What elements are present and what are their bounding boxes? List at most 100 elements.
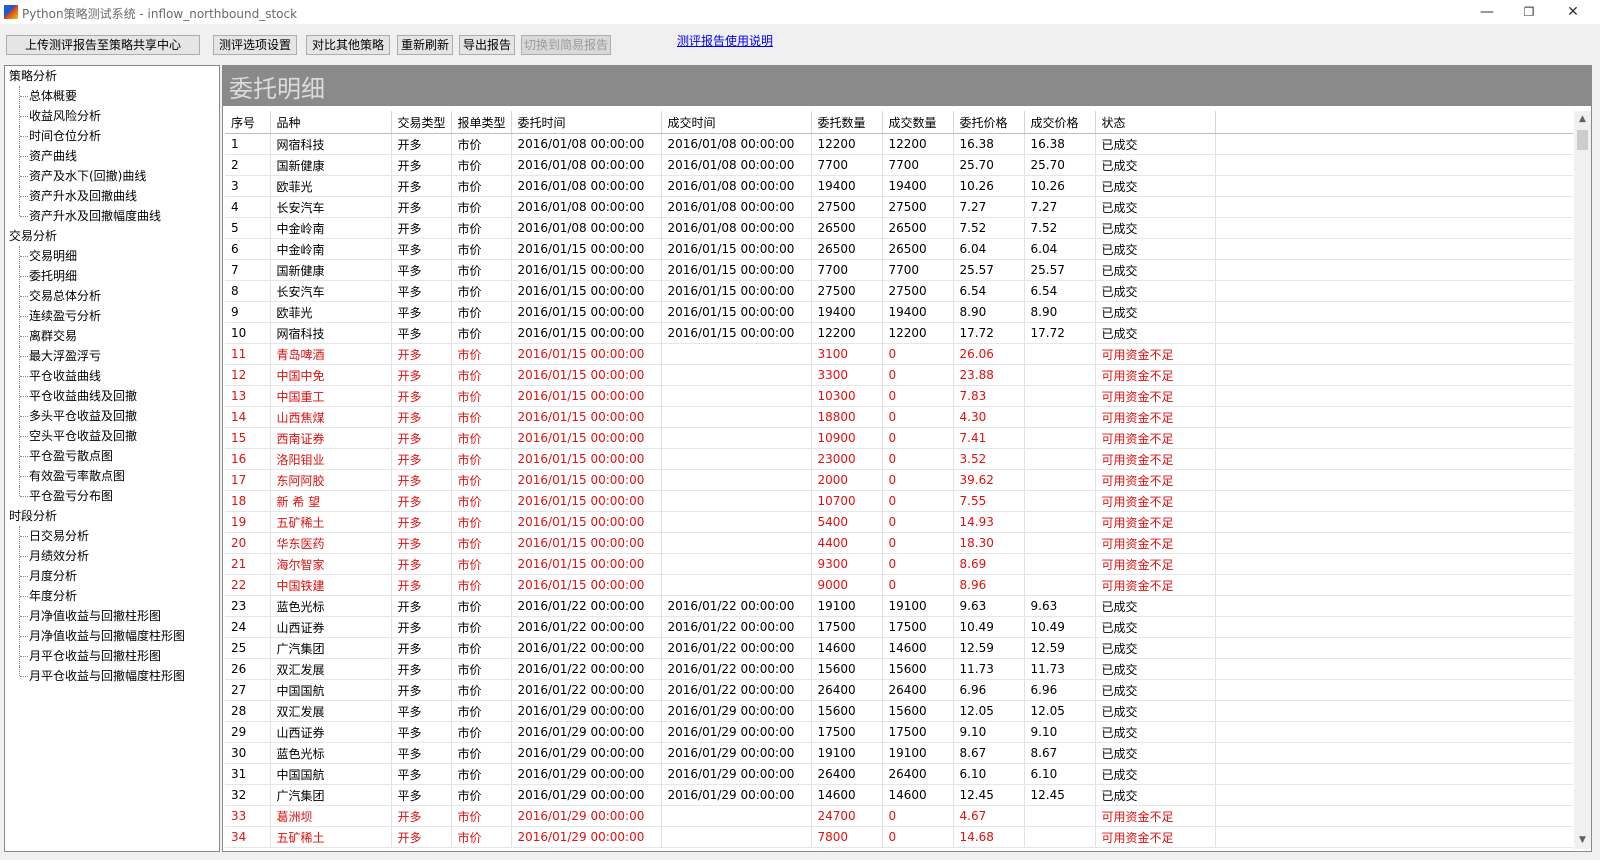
simple-report-button[interactable]: 切换到简易报告: [521, 35, 611, 55]
tree-item[interactable]: 月绩效分析: [5, 546, 219, 566]
table-row[interactable]: 32 广汽集团 平多 市价 2016/01/29 00:00:00 2016/01/29 …: [225, 784, 1573, 806]
row-filler: [1215, 574, 1573, 596]
minimize-button[interactable]: —: [1465, 1, 1509, 23]
table-row[interactable]: 13 中国重工 开多 市价 2016/01/15 00:00:00 10300 0 7.83 可…: [225, 385, 1573, 407]
column-header[interactable]: 委托数量: [811, 111, 883, 134]
table-row[interactable]: 19 五矿稀土 开多 市价 2016/01/15 00:00:00 5400 0 14.93 可…: [225, 511, 1573, 533]
compare-strategy-button[interactable]: 对比其他策略: [306, 35, 390, 55]
tree-section[interactable]: 时段分析: [5, 506, 219, 526]
tree-item[interactable]: 平仓收益曲线: [5, 366, 219, 386]
table-row[interactable]: 10 网宿科技 平多 市价 2016/01/15 00:00:00 2016/01/15 …: [225, 322, 1573, 344]
tree-item[interactable]: 总体概要: [5, 86, 219, 106]
column-header[interactable]: 成交时间: [661, 111, 812, 134]
table-cell: 7700: [882, 259, 954, 281]
tree-item[interactable]: 资产升水及回撤曲线: [5, 186, 219, 206]
table-row[interactable]: 26 双汇发展 开多 市价 2016/01/22 00:00:00 2016/01/22 …: [225, 658, 1573, 680]
table-row[interactable]: 9 欧菲光 平多 市价 2016/01/15 00:00:00 2016/01/15 00…: [225, 301, 1573, 323]
column-header[interactable]: 序号: [225, 111, 271, 134]
table-cell: 14: [225, 406, 271, 428]
tree-item[interactable]: 空头平仓收益及回撤: [5, 426, 219, 446]
table-row[interactable]: 3 欧菲光 开多 市价 2016/01/08 00:00:00 2016/01/08 00…: [225, 175, 1573, 197]
maximize-button[interactable]: ❐: [1507, 1, 1551, 23]
table-row[interactable]: 27 中国国航 开多 市价 2016/01/22 00:00:00 2016/01/22 …: [225, 679, 1573, 701]
column-header[interactable]: 交易类型: [391, 111, 452, 134]
export-report-button[interactable]: 导出报告: [459, 35, 515, 55]
table-row[interactable]: 12 中国中免 开多 市价 2016/01/15 00:00:00 3300 0 23.88 可…: [225, 364, 1573, 386]
tree-item[interactable]: 交易明细: [5, 246, 219, 266]
table-row[interactable]: 17 东阿阿胶 开多 市价 2016/01/15 00:00:00 2000 0 39.62 可…: [225, 469, 1573, 491]
tree-item[interactable]: 多头平仓收益及回撤: [5, 406, 219, 426]
tree-item[interactable]: 交易总体分析: [5, 286, 219, 306]
table-row[interactable]: 2 国新健康 开多 市价 2016/01/08 00:00:00 2016/01/08 0…: [225, 154, 1573, 176]
table-row[interactable]: 5 中金岭南 开多 市价 2016/01/08 00:00:00 2016/01/08 0…: [225, 217, 1573, 239]
table-row[interactable]: 22 中国铁建 开多 市价 2016/01/15 00:00:00 9000 0 8.96 可用…: [225, 574, 1573, 596]
table-row[interactable]: 34 五矿稀土 开多 市价 2016/01/29 00:00:00 7800 0 14.68 可…: [225, 826, 1573, 848]
tree-item[interactable]: 月净值收益与回撤柱形图: [5, 606, 219, 626]
tree-item[interactable]: 最大浮盈浮亏: [5, 346, 219, 366]
table-row[interactable]: 11 青岛啤酒 开多 市价 2016/01/15 00:00:00 3100 0 26.06 可…: [225, 343, 1573, 365]
tree-item[interactable]: 年度分析: [5, 586, 219, 606]
scroll-down-icon[interactable]: ▼: [1574, 832, 1591, 849]
column-header[interactable]: 成交数量: [882, 111, 954, 134]
tree-item[interactable]: 月平仓收益与回撤柱形图: [5, 646, 219, 666]
table-cell: 蓝色光标: [270, 595, 392, 617]
column-header[interactable]: 品种: [270, 111, 392, 134]
tree-item[interactable]: 月净值收益与回撤幅度柱形图: [5, 626, 219, 646]
scroll-up-icon[interactable]: ▲: [1574, 111, 1591, 128]
tree-section[interactable]: 交易分析: [5, 226, 219, 246]
refresh-button[interactable]: 重新刷新: [397, 35, 453, 55]
table-cell: 平多: [391, 700, 452, 722]
tree-item[interactable]: 月平仓收益与回撤幅度柱形图: [5, 666, 219, 686]
tree-item[interactable]: 资产升水及回撤幅度曲线: [5, 206, 219, 226]
tree-item[interactable]: 委托明细: [5, 266, 219, 286]
tree-item[interactable]: 平仓收益曲线及回撤: [5, 386, 219, 406]
table-row[interactable]: 29 山西证券 平多 市价 2016/01/29 00:00:00 2016/01/29 …: [225, 721, 1573, 743]
table-row[interactable]: 31 中国国航 平多 市价 2016/01/29 00:00:00 2016/01/29 …: [225, 763, 1573, 785]
table-row[interactable]: 16 洛阳钼业 开多 市价 2016/01/15 00:00:00 23000 0 3.52 可…: [225, 448, 1573, 470]
table-row[interactable]: 23 蓝色光标 开多 市价 2016/01/22 00:00:00 2016/01/22 …: [225, 595, 1573, 617]
table-row[interactable]: 33 葛洲坝 开多 市价 2016/01/29 00:00:00 24700 0 4.67 可用…: [225, 805, 1573, 827]
row-filler: [1215, 301, 1573, 323]
table-row[interactable]: 21 海尔智家 开多 市价 2016/01/15 00:00:00 9300 0 8.69 可用…: [225, 553, 1573, 575]
table-row[interactable]: 15 西南证券 开多 市价 2016/01/15 00:00:00 10900 0 7.41 可…: [225, 427, 1573, 449]
tree-item[interactable]: 连续盈亏分析: [5, 306, 219, 326]
table-row[interactable]: 14 山西焦煤 开多 市价 2016/01/15 00:00:00 18800 0 4.30 可…: [225, 406, 1573, 428]
column-header[interactable]: 委托价格: [953, 111, 1025, 134]
row-filler: [1215, 616, 1573, 638]
tree-section[interactable]: 策略分析: [5, 66, 219, 86]
column-header[interactable]: 成交价格: [1024, 111, 1096, 134]
table-row[interactable]: 30 蓝色光标 平多 市价 2016/01/29 00:00:00 2016/01/29 …: [225, 742, 1573, 764]
column-header[interactable]: 报单类型: [451, 111, 512, 134]
tree-item[interactable]: 日交易分析: [5, 526, 219, 546]
table-row[interactable]: 6 中金岭南 平多 市价 2016/01/15 00:00:00 2016/01/15 0…: [225, 238, 1573, 260]
test-settings-button[interactable]: 测评选项设置: [213, 35, 297, 55]
row-filler: [1215, 658, 1573, 680]
table-row[interactable]: 24 山西证券 开多 市价 2016/01/22 00:00:00 2016/01/22 …: [225, 616, 1573, 638]
table-row[interactable]: 28 双汇发展 平多 市价 2016/01/29 00:00:00 2016/01/29 …: [225, 700, 1573, 722]
tree-item[interactable]: 收益风险分析: [5, 106, 219, 126]
table-row[interactable]: 4 长安汽车 开多 市价 2016/01/08 00:00:00 2016/01/08 0…: [225, 196, 1573, 218]
vertical-scrollbar[interactable]: ▲ ▼: [1574, 111, 1591, 849]
row-filler: [1215, 154, 1573, 176]
column-header[interactable]: 状态: [1095, 111, 1216, 134]
tree-item[interactable]: 有效盈亏率散点图: [5, 466, 219, 486]
tree-item[interactable]: 资产及水下(回撤)曲线: [5, 166, 219, 186]
tree-item[interactable]: 资产曲线: [5, 146, 219, 166]
tree-item[interactable]: 离群交易: [5, 326, 219, 346]
tree-item[interactable]: 时间仓位分析: [5, 126, 219, 146]
upload-report-button[interactable]: 上传测评报告至策略共享中心: [6, 35, 200, 55]
column-header[interactable]: 委托时间: [511, 111, 662, 134]
scroll-thumb[interactable]: [1577, 130, 1588, 150]
table-row[interactable]: 1 网宿科技 开多 市价 2016/01/08 00:00:00 2016/01/08 0…: [225, 133, 1573, 155]
table-row[interactable]: 8 长安汽车 平多 市价 2016/01/15 00:00:00 2016/01/15 0…: [225, 280, 1573, 302]
close-button[interactable]: ✕: [1551, 1, 1595, 23]
tree-item[interactable]: 平仓盈亏散点图: [5, 446, 219, 466]
row-filler: [1215, 259, 1573, 281]
table-row[interactable]: 25 广汽集团 开多 市价 2016/01/22 00:00:00 2016/01/22 …: [225, 637, 1573, 659]
tree-item[interactable]: 平仓盈亏分布图: [5, 486, 219, 506]
table-row[interactable]: 7 国新健康 平多 市价 2016/01/15 00:00:00 2016/01/15 0…: [225, 259, 1573, 281]
help-link[interactable]: 测评报告使用说明: [677, 32, 773, 49]
table-row[interactable]: 20 华东医药 开多 市价 2016/01/15 00:00:00 4400 0 18.30 可…: [225, 532, 1573, 554]
table-row[interactable]: 18 新 希 望开多 市价 2016/01/15 00:00:00 10700 0 7.55…: [225, 490, 1573, 512]
tree-item[interactable]: 月度分析: [5, 566, 219, 586]
